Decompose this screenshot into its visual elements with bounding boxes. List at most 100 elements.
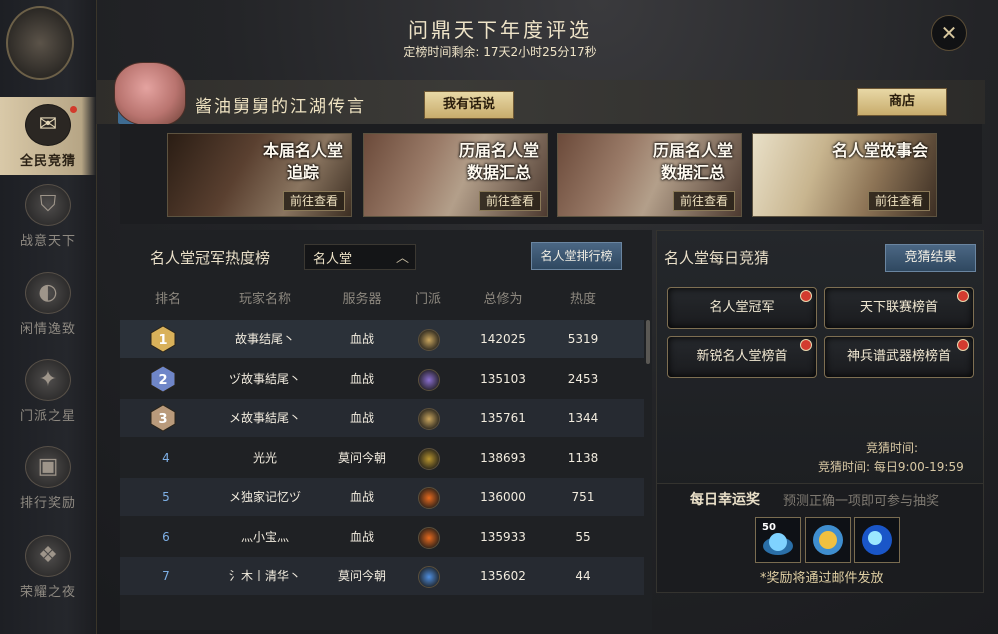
prize-slot-2[interactable] (805, 517, 851, 563)
card-current-hall-of-fame[interactable]: 本届名人堂 追踪 前往查看 (167, 133, 352, 217)
table-row[interactable]: 5 メ独家记忆ヅ 血战 136000 751 (120, 478, 644, 516)
rank-badge-icon: 3 (150, 404, 176, 432)
total-power: 135103 (480, 371, 526, 386)
card-title-line2: 数据汇总 (660, 163, 725, 182)
go-view-button[interactable]: 前往查看 (283, 191, 345, 211)
column-header-server: 服务器 (342, 292, 382, 307)
ranking-title: 名人堂冠军热度榜 (150, 249, 271, 267)
sidebar-item-sect-star[interactable]: ✦ 门派之星 (0, 359, 96, 437)
card-past-hall-of-fame-2[interactable]: 历届名人堂 数据汇总 前往查看 (557, 133, 742, 217)
sect-icon (418, 368, 440, 391)
guess-time-label: 竞猜时间: (866, 441, 919, 455)
prize-slot-1[interactable]: 50 (755, 517, 801, 563)
heat-value: 5319 (567, 332, 599, 346)
guess-title: 名人堂每日竞猜 (664, 249, 770, 267)
chest-icon: ▣ (25, 446, 71, 488)
sidebar-item-glory-night[interactable]: ❖ 荣耀之夜 (0, 535, 96, 613)
column-header-rank: 排名 (154, 292, 181, 307)
column-header-heat: 热度 (569, 292, 596, 307)
notification-dot (957, 290, 969, 302)
player-name: メ独家记忆ヅ (228, 490, 301, 504)
sidebar: ✉ 全民竞猜 ⛉ 战意天下 ◐ 闲情逸致 ✦ 门派之星 ▣ 排行奖励 ❖ 荣耀之… (0, 0, 97, 634)
rank-text: 1 (158, 333, 167, 348)
lucky-title: 每日幸运奖 (690, 492, 760, 508)
prize-count-badge: 50 (762, 522, 776, 533)
star-icon: ✦ (25, 359, 71, 401)
close-button[interactable]: ✕ (931, 15, 967, 51)
sidebar-item-leisure[interactable]: ◐ 闲情逸致 (0, 272, 96, 350)
sidebar-item-label: 门派之星 (19, 409, 76, 424)
table-row[interactable]: 6 灬小宝灬 血战 135933 55 (120, 518, 644, 556)
speak-button[interactable]: 我有话说 (424, 91, 514, 119)
sidebar-item-label: 闲情逸致 (19, 322, 76, 337)
player-name: メ故事結尾丶 (228, 411, 301, 425)
server-name: 血战 (349, 490, 374, 504)
card-story-session[interactable]: 名人堂故事会 前往查看 (752, 133, 937, 217)
crest-emblem-icon (6, 6, 74, 80)
card-title: 本届名人堂 追踪 (263, 140, 343, 184)
heat-value: 751 (571, 490, 595, 504)
column-header-sect: 门派 (414, 292, 441, 307)
guess-option-rookie-top[interactable]: 新锐名人堂榜首 (667, 336, 817, 378)
sidebar-item-label: 战意天下 (19, 234, 76, 249)
guess-option-league-top[interactable]: 天下联赛榜首 (824, 287, 974, 329)
sidebar-item-guess[interactable]: ✉ 全民竞猜 (0, 97, 96, 175)
go-view-button[interactable]: 前往查看 (868, 191, 930, 211)
card-title-line1: 名人堂故事会 (831, 141, 928, 160)
hall-of-fame-ranking-button[interactable]: 名人堂排行榜 (531, 242, 622, 270)
card-title-line1: 本届名人堂 (262, 141, 343, 160)
heat-value: 2453 (567, 371, 599, 386)
sect-icon (418, 487, 440, 509)
server-name: 血战 (349, 371, 374, 386)
total-power: 138693 (480, 450, 526, 465)
sidebar-item-label: 全民竞猜 (19, 154, 76, 169)
go-view-button[interactable]: 前往查看 (479, 191, 541, 211)
blue-sphere-icon (862, 525, 892, 555)
crest-icon: ❖ (25, 535, 71, 577)
rank-text: 5 (162, 490, 170, 504)
category-dropdown[interactable]: 名人堂 ︿ (304, 244, 416, 270)
table-row[interactable]: 1 故事结尾丶 血战 142025 5319 (120, 320, 644, 358)
total-power: 135761 (480, 411, 526, 425)
guess-option-hall-champion[interactable]: 名人堂冠军 (667, 287, 817, 329)
guess-option-weapon-top[interactable]: 神兵谱武器榜榜首 (824, 336, 974, 378)
table-row[interactable]: 2 ヅ故事結尾丶 血战 135103 2453 (120, 360, 644, 398)
notification-dot (800, 339, 812, 351)
card-past-hall-of-fame-1[interactable]: 历届名人堂 数据汇总 前往查看 (363, 133, 548, 217)
sidebar-item-battle[interactable]: ⛉ 战意天下 (0, 184, 96, 262)
card-title-line2: 数据汇总 (466, 163, 531, 182)
sidebar-item-label: 排行奖励 (19, 496, 76, 511)
rank-text: 2 (158, 373, 167, 388)
rank-text: 3 (158, 412, 167, 427)
guess-result-button[interactable]: 竞猜结果 (885, 244, 976, 272)
sect-icon (418, 566, 440, 588)
player-name: 故事结尾丶 (234, 332, 295, 346)
player-name: ヅ故事結尾丶 (228, 371, 301, 386)
server-name: 莫问今朝 (337, 569, 386, 583)
table-row[interactable]: 7 氵木丨清华丶 莫问今朝 135602 44 (120, 557, 644, 595)
table-row[interactable]: 4 光光 莫问今朝 138693 1138 (120, 439, 644, 477)
server-name: 血战 (349, 529, 374, 544)
heat-value: 44 (575, 569, 591, 583)
sect-icon (418, 408, 440, 430)
card-title-line1: 历届名人堂 (458, 141, 539, 160)
notification-dot (70, 106, 77, 113)
close-icon: ✕ (940, 21, 958, 45)
table-row[interactable]: 3 メ故事結尾丶 血战 135761 1344 (120, 399, 644, 437)
guess-option-label: 新锐名人堂榜首 (696, 349, 788, 364)
prize-slot-3[interactable] (854, 517, 900, 563)
total-power: 136000 (480, 490, 526, 504)
shop-button[interactable]: 商店 (857, 88, 947, 116)
scrollbar[interactable] (646, 320, 650, 364)
guess-time-value: 竞猜时间: 每日9:00-19:59 (818, 460, 964, 474)
heat-value: 55 (575, 529, 591, 544)
notification-dot (957, 339, 969, 351)
notification-dot (800, 290, 812, 302)
envelope-icon: ✉ (25, 104, 71, 146)
column-header-power: 总修为 (483, 292, 523, 307)
guess-option-label: 名人堂冠军 (709, 300, 775, 315)
sidebar-item-rank-reward[interactable]: ▣ 排行奖励 (0, 446, 96, 524)
go-view-button[interactable]: 前往查看 (673, 191, 735, 211)
server-name: 血战 (349, 332, 374, 346)
sect-icon (418, 526, 440, 549)
